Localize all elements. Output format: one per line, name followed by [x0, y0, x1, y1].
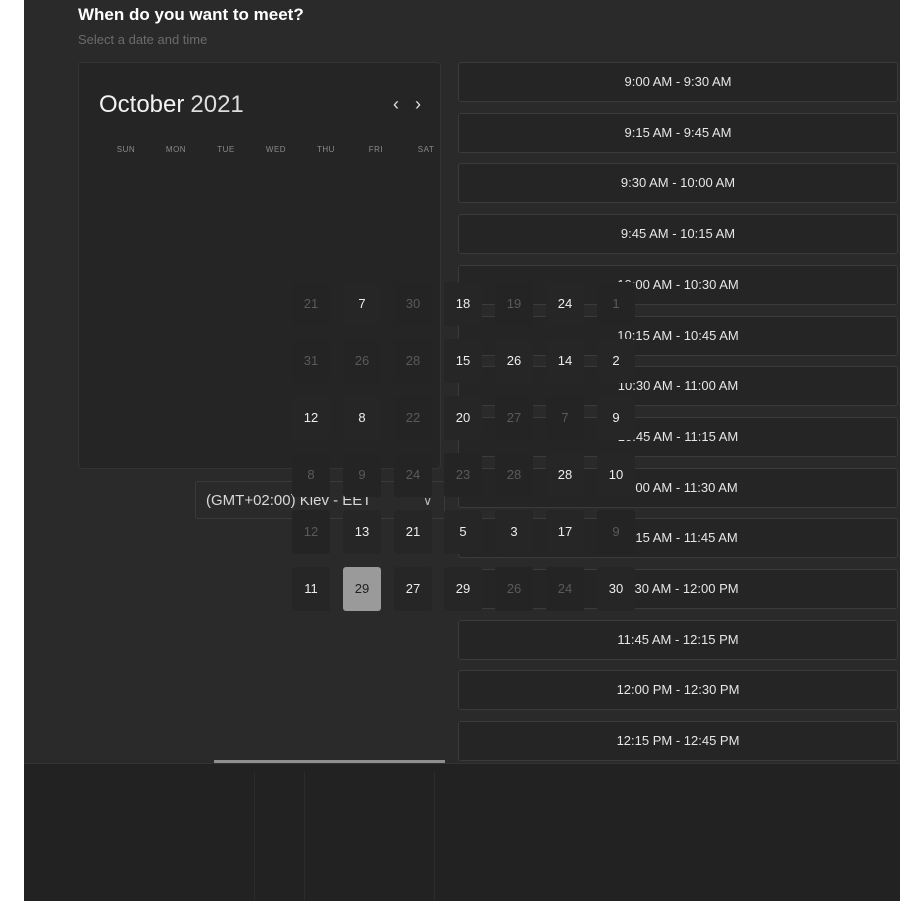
calendar-day[interactable]: 7 — [546, 396, 584, 440]
footer-bar — [24, 763, 900, 901]
calendar-year: 2021 — [190, 91, 244, 118]
calendar-month: October — [99, 91, 185, 118]
time-slot-button[interactable]: 12:15 PM - 12:45 PM — [458, 721, 898, 762]
calendar-day-selected[interactable]: 29 — [343, 567, 381, 611]
time-slot-button[interactable]: 9:15 AM - 9:45 AM — [458, 112, 898, 153]
calendar-day[interactable]: 24 — [394, 453, 432, 497]
calendar-day[interactable]: 26 — [343, 339, 381, 383]
calendar-day[interactable]: 12 — [292, 510, 330, 554]
calendar-day[interactable]: 24 — [546, 282, 584, 326]
calendar-day[interactable]: 10 — [597, 453, 635, 497]
calendar-day[interactable]: 8 — [292, 453, 330, 497]
weekday-label: FRI — [368, 145, 384, 154]
calendar-day[interactable]: 7 — [343, 282, 381, 326]
chevron-left-icon[interactable]: ‹ — [387, 93, 405, 115]
time-slot-button[interactable]: 9:00 AM - 9:30 AM — [458, 62, 898, 102]
calendar-day[interactable]: 11 — [292, 567, 330, 611]
calendar-day[interactable]: 28 — [546, 453, 584, 497]
calendar-day[interactable]: 14 — [546, 339, 584, 383]
weekday-label: TUE — [217, 145, 235, 154]
footer-divider — [254, 772, 255, 900]
footer-divider — [304, 772, 305, 900]
page-title: When do you want to meet? — [78, 5, 304, 24]
calendar-day[interactable]: 3 — [495, 510, 533, 554]
calendar-day[interactable]: 15 — [444, 339, 482, 383]
weekday-label: WED — [265, 145, 287, 154]
calendar-day[interactable]: 24 — [546, 567, 584, 611]
calendar-panel: October 2021 ‹ › SUN MON TUE WED THU FRI SAT — [78, 62, 441, 469]
calendar-day[interactable]: 1 — [597, 282, 635, 326]
calendar-day[interactable]: 18 — [444, 282, 482, 326]
calendar-day[interactable]: 21 — [292, 282, 330, 326]
calendar-day[interactable]: 9 — [597, 396, 635, 440]
calendar-day[interactable]: 30 — [394, 282, 432, 326]
weekday-label: SUN — [116, 145, 136, 154]
calendar-day[interactable]: 27 — [495, 396, 533, 440]
calendar-day[interactable]: 27 — [394, 567, 432, 611]
time-slot-button[interactable]: 9:45 AM - 10:15 AM — [458, 214, 898, 255]
calendar-day[interactable]: 22 — [394, 396, 432, 440]
calendar-day[interactable]: 21 — [394, 510, 432, 554]
footer-progress-indicator — [214, 760, 445, 763]
calendar-day[interactable]: 13 — [343, 510, 381, 554]
calendar-day[interactable]: 8 — [343, 396, 381, 440]
calendar-day[interactable]: 2 — [597, 339, 635, 383]
footer-divider — [434, 772, 435, 900]
calendar-day[interactable]: 30 — [597, 567, 635, 611]
time-slot-button[interactable]: 9:30 AM - 10:00 AM — [458, 163, 898, 204]
calendar-day[interactable]: 17 — [546, 510, 584, 554]
page-subtitle: Select a date and time — [78, 32, 208, 47]
weekday-label: THU — [317, 145, 335, 154]
calendar-day[interactable]: 19 — [495, 282, 533, 326]
calendar-day[interactable]: 26 — [495, 339, 533, 383]
calendar-day[interactable]: 26 — [495, 567, 533, 611]
chevron-right-icon[interactable]: › — [409, 93, 427, 115]
calendar-day[interactable]: 23 — [444, 453, 482, 497]
time-slot-button[interactable]: 11:45 AM - 12:15 PM — [458, 619, 898, 660]
calendar-day[interactable]: 9 — [597, 510, 635, 554]
calendar-day[interactable]: 29 — [444, 567, 482, 611]
calendar-day[interactable]: 28 — [495, 453, 533, 497]
weekday-label: MON — [165, 145, 187, 154]
calendar-month-year: October 2021 — [99, 91, 244, 119]
calendar-day[interactable]: 20 — [444, 396, 482, 440]
calendar-day[interactable]: 12 — [292, 396, 330, 440]
calendar-day[interactable]: 5 — [444, 510, 482, 554]
weekday-label: SAT — [417, 145, 435, 154]
calendar-day[interactable]: 28 — [394, 339, 432, 383]
calendar-day[interactable]: 31 — [292, 339, 330, 383]
time-slot-button[interactable]: 12:00 PM - 12:30 PM — [458, 670, 898, 711]
calendar-day[interactable]: 9 — [343, 453, 381, 497]
